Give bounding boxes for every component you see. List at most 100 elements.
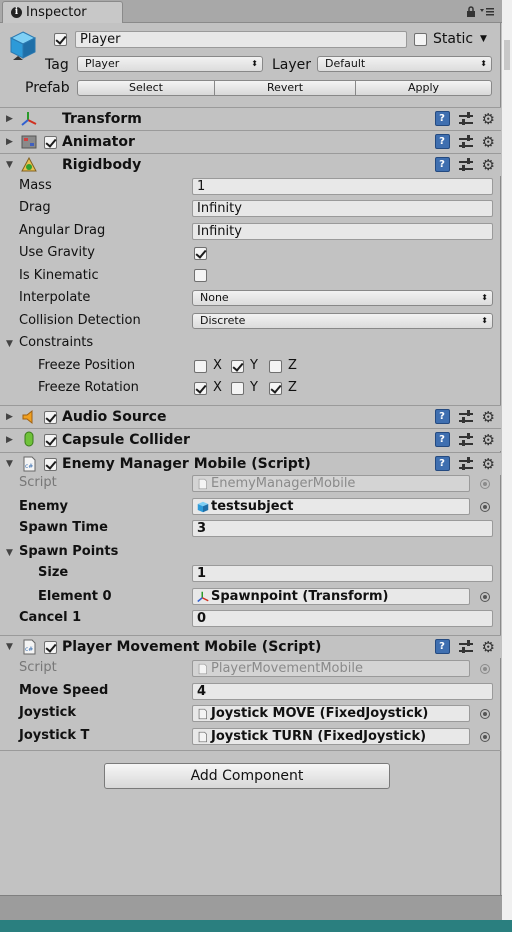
- window-scrollbar[interactable]: [502, 0, 512, 932]
- player-movement-component-header[interactable]: ▼ c# Player Movement Mobile (Script) ? ⚙: [0, 635, 501, 658]
- freeze-position-x-checkbox[interactable]: [194, 360, 207, 373]
- gear-icon[interactable]: ⚙: [482, 432, 495, 447]
- static-dropdown-arrow-icon[interactable]: ▼: [480, 34, 487, 44]
- tag-label: Tag: [45, 57, 69, 73]
- freeze-position-y-checkbox[interactable]: [231, 360, 244, 373]
- layer-value: Default: [325, 57, 366, 70]
- help-icon[interactable]: ?: [434, 409, 450, 424]
- tag-dropdown[interactable]: Player ⬍: [77, 56, 263, 72]
- dropdown-arrow-icon: ⬍: [481, 316, 488, 325]
- preset-icon[interactable]: [458, 111, 473, 126]
- lock-icon[interactable]: [466, 6, 476, 17]
- component-icons: ? ⚙: [434, 409, 495, 424]
- prefab-apply-button[interactable]: Apply: [355, 80, 492, 96]
- spawn-points-label: Spawn Points: [19, 544, 119, 559]
- use-gravity-checkbox[interactable]: [194, 247, 207, 260]
- tab-inspector[interactable]: i Inspector: [2, 1, 123, 23]
- enemy-field[interactable]: testsubject: [192, 498, 470, 515]
- preset-icon[interactable]: [458, 456, 473, 471]
- spawn-time-field[interactable]: 3: [192, 520, 493, 537]
- preset-icon[interactable]: [458, 432, 473, 447]
- help-icon[interactable]: ?: [434, 639, 450, 654]
- layer-dropdown[interactable]: Default ⬍: [317, 56, 492, 72]
- static-checkbox[interactable]: [414, 33, 427, 46]
- freeze-position-z-label: Z: [288, 358, 297, 373]
- preset-icon[interactable]: [458, 409, 473, 424]
- preset-icon[interactable]: [458, 157, 473, 172]
- collision-detection-value: Discrete: [200, 314, 246, 327]
- transform-component-header[interactable]: ▶ Transform ? ⚙: [0, 107, 501, 130]
- freeze-rotation-x-checkbox[interactable]: [194, 382, 207, 395]
- angular-drag-label: Angular Drag: [19, 223, 106, 238]
- animator-component-header[interactable]: ▶ Animator ? ⚙: [0, 130, 501, 153]
- add-component-button[interactable]: Add Component: [104, 763, 390, 789]
- enemy-manager-enabled-checkbox[interactable]: [44, 458, 57, 471]
- freeze-position-z-checkbox[interactable]: [269, 360, 282, 373]
- foldout-expanded-icon[interactable]: ▼: [6, 642, 13, 652]
- foldout-expanded-icon[interactable]: ▼: [6, 160, 13, 170]
- collision-detection-dropdown[interactable]: Discrete ⬍: [192, 313, 493, 329]
- script-icon: [198, 731, 207, 743]
- drag-field[interactable]: Infinity: [192, 200, 493, 217]
- object-picker-icon[interactable]: [480, 592, 490, 602]
- gear-icon[interactable]: ⚙: [482, 456, 495, 471]
- audio-source-component-header[interactable]: ▶ Audio Source ? ⚙: [0, 405, 501, 428]
- object-picker-icon[interactable]: [480, 502, 490, 512]
- mass-field[interactable]: 1: [192, 178, 493, 195]
- preset-icon[interactable]: [458, 134, 473, 149]
- component-icons: ? ⚙: [434, 432, 495, 447]
- script-icon: [198, 663, 207, 675]
- preset-icon[interactable]: [458, 639, 473, 654]
- help-icon[interactable]: ?: [434, 456, 450, 471]
- spawn-points-foldout-icon[interactable]: ▼: [6, 548, 13, 558]
- gear-icon[interactable]: ⚙: [482, 639, 495, 654]
- bottom-bar: [0, 895, 502, 920]
- dropdown-arrow-icon: ⬍: [481, 293, 488, 302]
- gear-icon[interactable]: ⚙: [482, 157, 495, 172]
- freeze-rotation-z-checkbox[interactable]: [269, 382, 282, 395]
- player-movement-enabled-checkbox[interactable]: [44, 641, 57, 654]
- gear-icon[interactable]: ⚙: [482, 409, 495, 424]
- help-icon[interactable]: ?: [434, 134, 450, 149]
- cancel-field[interactable]: 0: [192, 610, 493, 627]
- angular-drag-field[interactable]: Infinity: [192, 223, 493, 240]
- element0-field[interactable]: Spawnpoint (Transform): [192, 588, 470, 605]
- interpolate-dropdown[interactable]: None ⬍: [192, 290, 493, 306]
- capsule-collider-enabled-checkbox[interactable]: [44, 434, 57, 447]
- freeze-rotation-y-checkbox[interactable]: [231, 382, 244, 395]
- interpolate-value: None: [200, 291, 229, 304]
- foldout-collapsed-icon[interactable]: ▶: [6, 412, 13, 422]
- active-checkbox[interactable]: [54, 33, 67, 46]
- enemy-manager-component-header[interactable]: ▼ c# Enemy Manager Mobile (Script) ? ⚙: [0, 452, 501, 475]
- joystick-field[interactable]: Joystick MOVE (FixedJoystick): [192, 705, 470, 722]
- gear-icon[interactable]: ⚙: [482, 134, 495, 149]
- joystick-t-field[interactable]: Joystick TURN (FixedJoystick): [192, 728, 470, 745]
- foldout-expanded-icon[interactable]: ▼: [6, 459, 13, 469]
- animator-enabled-checkbox[interactable]: [44, 136, 57, 149]
- rigidbody-component-header[interactable]: ▼ Rigidbody ? ⚙: [0, 153, 501, 176]
- object-picker-icon[interactable]: [480, 732, 490, 742]
- joystick-value: Joystick MOVE (FixedJoystick): [211, 706, 429, 721]
- object-picker-icon[interactable]: [480, 709, 490, 719]
- move-speed-field[interactable]: 4: [192, 683, 493, 700]
- foldout-collapsed-icon[interactable]: ▶: [6, 435, 13, 445]
- size-field[interactable]: 1: [192, 565, 493, 582]
- help-icon[interactable]: ?: [434, 432, 450, 447]
- help-icon[interactable]: ?: [434, 111, 450, 126]
- prefab-select-button[interactable]: Select: [77, 80, 215, 96]
- constraints-foldout-icon[interactable]: ▼: [6, 339, 13, 349]
- is-kinematic-checkbox[interactable]: [194, 269, 207, 282]
- scrollbar-thumb[interactable]: [504, 40, 510, 70]
- prefab-label: Prefab: [25, 80, 70, 96]
- audio-source-enabled-checkbox[interactable]: [44, 411, 57, 424]
- freeze-rotation-x-label: X: [213, 380, 222, 395]
- capsule-collider-component-header[interactable]: ▶ Capsule Collider ? ⚙: [0, 428, 501, 451]
- gear-icon[interactable]: ⚙: [482, 111, 495, 126]
- help-icon[interactable]: ?: [434, 157, 450, 172]
- prefab-revert-button[interactable]: Revert: [214, 80, 356, 96]
- foldout-collapsed-icon[interactable]: ▶: [6, 137, 13, 147]
- object-name-field[interactable]: Player: [75, 31, 407, 48]
- prefab-cube-icon: [197, 501, 209, 513]
- foldout-collapsed-icon[interactable]: ▶: [6, 114, 13, 124]
- menu-icon[interactable]: [480, 6, 494, 17]
